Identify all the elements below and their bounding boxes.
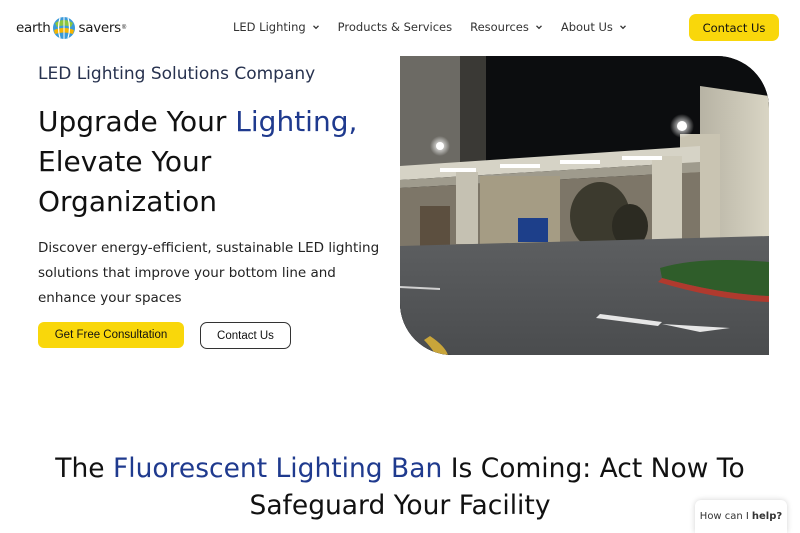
nav-item-about-us[interactable]: About Us bbox=[561, 20, 627, 34]
fluorescent-ban-heading: The Fluorescent Lighting Ban Is Coming: … bbox=[40, 450, 760, 524]
site-header: earth savers ® LED Lighting Products & S… bbox=[0, 0, 800, 56]
header-contact-button[interactable]: Contact Us bbox=[689, 14, 779, 41]
chat-prefix: How can I bbox=[699, 511, 749, 522]
main-nav: LED Lighting Products & Services Resourc… bbox=[233, 20, 645, 34]
nav-item-products-services[interactable]: Products & Services bbox=[338, 20, 452, 34]
hero-eyebrow: LED Lighting Solutions Company bbox=[38, 64, 316, 84]
heading-accent: Fluorescent Lighting Ban bbox=[113, 453, 443, 484]
building-night-illustration bbox=[400, 56, 769, 355]
nav-label: Products & Services bbox=[337, 20, 453, 34]
headline-text: Upgrade Your bbox=[38, 105, 236, 138]
hero-contact-button[interactable]: Contact Us bbox=[200, 322, 291, 349]
nav-label: LED Lighting bbox=[233, 20, 306, 34]
chevron-down-icon bbox=[312, 25, 319, 30]
globe-icon bbox=[53, 17, 76, 39]
chat-bold: help? bbox=[751, 511, 783, 522]
nav-label: Resources bbox=[470, 20, 529, 34]
nav-item-resources[interactable]: Resources bbox=[470, 20, 543, 34]
chat-widget[interactable]: How can Ihelp? bbox=[695, 500, 787, 533]
earthsavers-logo[interactable]: earth savers ® bbox=[16, 12, 126, 44]
chevron-down-icon bbox=[619, 25, 626, 30]
logo-text-right: savers bbox=[78, 20, 121, 36]
nav-item-led-lighting[interactable]: LED Lighting bbox=[233, 20, 320, 34]
heading-text: The bbox=[55, 453, 113, 484]
nav-label: About Us bbox=[560, 20, 613, 34]
free-consultation-button[interactable]: Get Free Consultation bbox=[38, 322, 184, 348]
logo-text-left: earth bbox=[16, 20, 51, 36]
registered-mark: ® bbox=[121, 25, 127, 31]
headline-accent: Lighting, bbox=[235, 105, 358, 138]
hero-building-photo bbox=[400, 56, 769, 355]
hero-subtext: Discover energy-efficient, sustainable L… bbox=[38, 240, 380, 306]
headline-text: Elevate Your Organization bbox=[38, 145, 218, 218]
chevron-down-icon bbox=[535, 25, 542, 30]
hero-headline: Upgrade Your Lighting, Elevate Your Orga… bbox=[38, 102, 398, 222]
